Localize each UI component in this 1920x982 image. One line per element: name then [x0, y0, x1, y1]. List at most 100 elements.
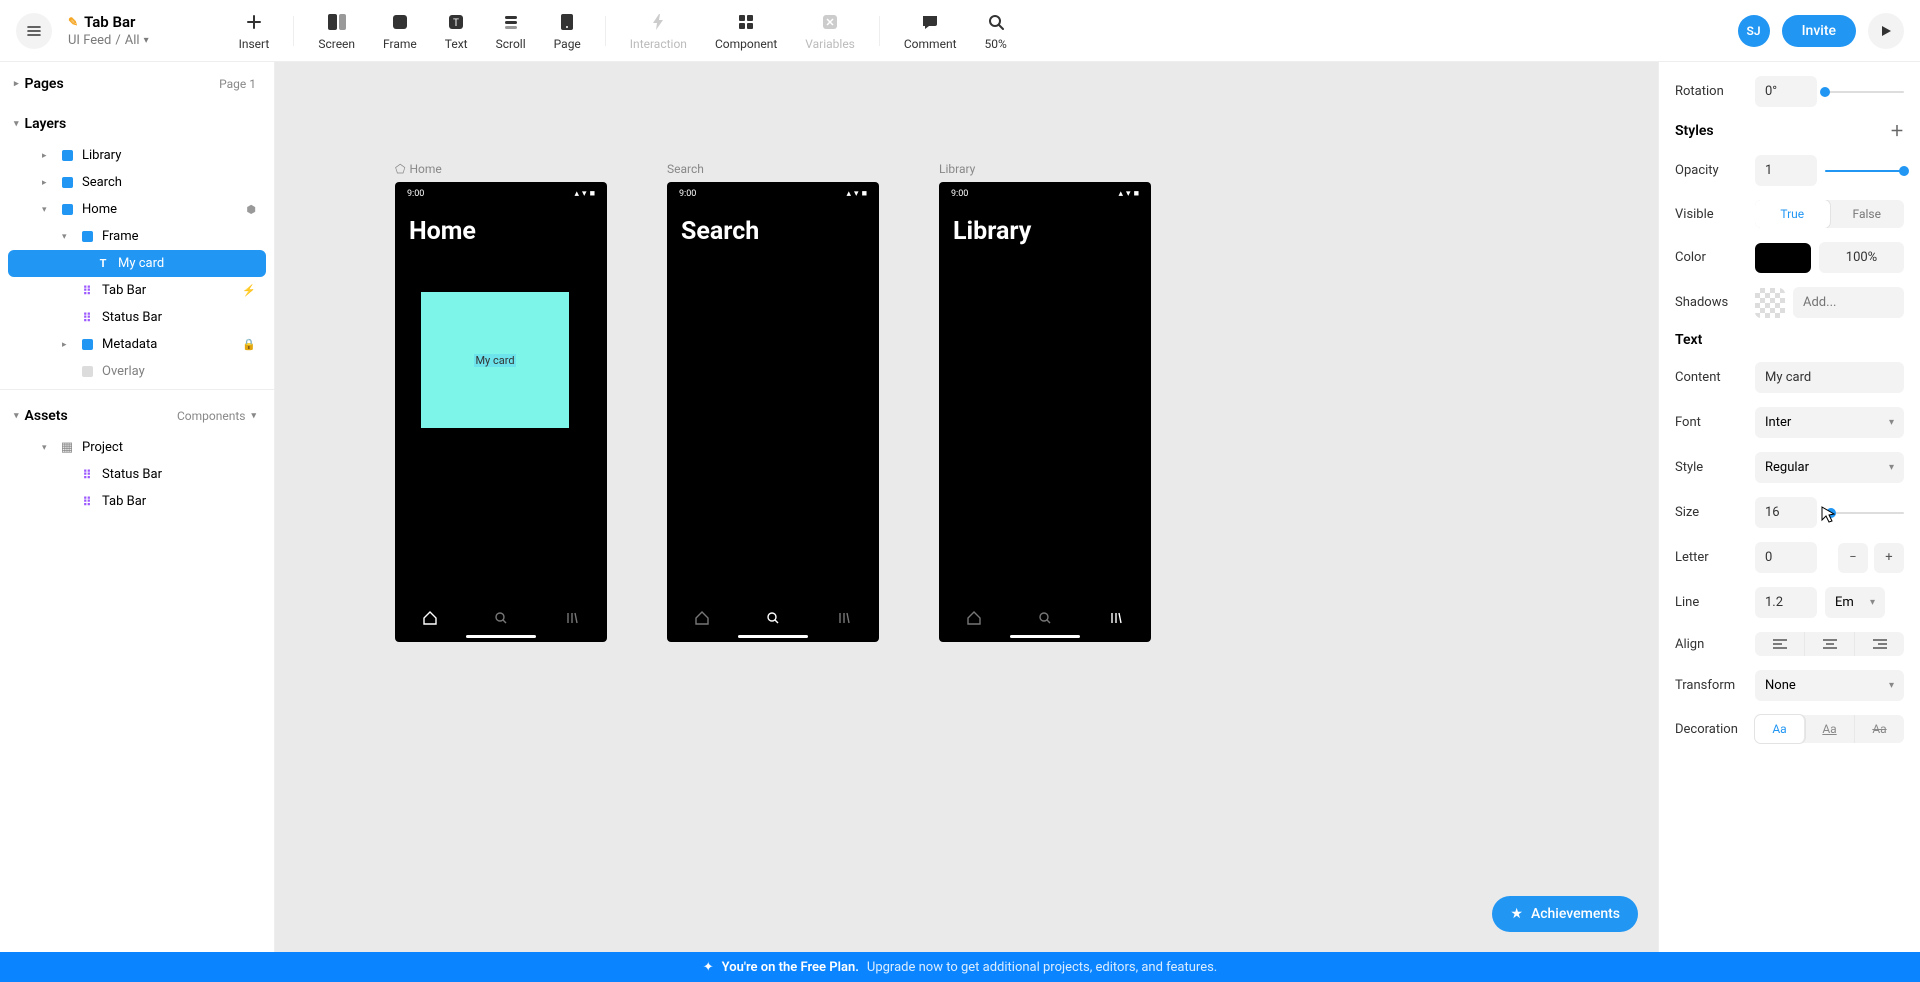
letter-plus[interactable]: +: [1874, 543, 1904, 573]
tab-home[interactable]: [939, 594, 1010, 642]
home-shape-icon: ⬠: [395, 162, 405, 176]
layer-library[interactable]: ▸Library: [8, 142, 266, 169]
letter-minus[interactable]: −: [1838, 543, 1868, 573]
screen-search[interactable]: 9:00▴▾■ Search: [667, 182, 879, 642]
size-input[interactable]: [1755, 497, 1817, 528]
search-icon: [985, 11, 1007, 33]
text-icon: T: [445, 11, 467, 33]
comment-tool[interactable]: Comment: [890, 5, 971, 57]
insert-tool[interactable]: Insert: [225, 5, 284, 57]
style-select[interactable]: Regular▾: [1755, 452, 1904, 483]
breadcrumb[interactable]: UI Feed / All ▾: [68, 33, 149, 48]
transform-select[interactable]: None▾: [1755, 670, 1904, 701]
play-icon: [1879, 24, 1893, 38]
assets-header[interactable]: ▾ Assets Components ▾: [0, 394, 274, 434]
size-slider[interactable]: [1825, 512, 1904, 514]
align-right[interactable]: [1855, 632, 1904, 656]
screen-icon: [326, 11, 348, 33]
page-tool[interactable]: Page: [540, 5, 595, 57]
color-pct-input[interactable]: [1819, 242, 1904, 273]
layers-header[interactable]: ▾ Layers: [0, 102, 274, 142]
menu-button[interactable]: [16, 13, 52, 49]
scroll-icon: [500, 11, 522, 33]
layer-tab-bar[interactable]: ⠿Tab Bar⚡: [8, 277, 266, 304]
shadow-swatch[interactable]: [1755, 288, 1785, 318]
artboard-label-home[interactable]: ⬠Home: [395, 162, 607, 176]
component-icon: [735, 11, 757, 33]
letter-input[interactable]: [1755, 542, 1817, 573]
content-input[interactable]: [1755, 362, 1904, 393]
layer-search[interactable]: ▸Search: [8, 169, 266, 196]
user-avatar[interactable]: SJ: [1738, 15, 1770, 47]
achievements-button[interactable]: ★ Achievements: [1492, 896, 1638, 932]
frame-icon: [389, 11, 411, 33]
chevron-down-icon: ▾: [144, 35, 149, 46]
add-style[interactable]: ＋: [1890, 121, 1904, 141]
status-bar: 9:00 ▴▾■: [395, 182, 607, 201]
shadow-input[interactable]: [1793, 287, 1904, 318]
card[interactable]: My card: [421, 292, 569, 428]
zoom-tool[interactable]: 50%: [971, 5, 1021, 57]
tab-home[interactable]: [395, 594, 466, 642]
color-swatch[interactable]: [1755, 243, 1811, 273]
layer-home[interactable]: ▾Home⬢: [8, 196, 266, 223]
invite-button[interactable]: Invite: [1782, 15, 1856, 47]
opacity-slider[interactable]: [1825, 170, 1904, 172]
tab-library[interactable]: [1080, 594, 1151, 642]
upgrade-banner[interactable]: ✦ You're on the Free Plan. Upgrade now t…: [0, 952, 1920, 982]
asset-status-bar[interactable]: ⠿Status Bar: [8, 461, 266, 488]
asset-project[interactable]: ▾▦Project: [8, 434, 266, 461]
variables-icon: [819, 11, 841, 33]
pages-header[interactable]: ▸ Pages Page 1: [0, 62, 274, 102]
folder-icon: ▦: [60, 441, 74, 455]
screen-library[interactable]: 9:00▴▾■ Library: [939, 182, 1151, 642]
inspector: Rotation Styles＋ Opacity Visible True Fa…: [1658, 62, 1920, 952]
sparkle-icon: ✦: [703, 960, 714, 975]
text-tool[interactable]: T Text: [431, 5, 482, 57]
tab-home[interactable]: [667, 594, 738, 642]
pencil-icon: ✎: [68, 15, 78, 29]
bolt-icon: ⚡: [242, 284, 256, 297]
layer-frame[interactable]: ▾Frame: [8, 223, 266, 250]
deco-strike[interactable]: Aa: [1855, 715, 1904, 743]
align-group: [1755, 632, 1904, 656]
variables-tool[interactable]: Variables: [791, 5, 869, 57]
line-input[interactable]: [1755, 587, 1817, 618]
scroll-tool[interactable]: Scroll: [482, 5, 540, 57]
chevron-down-icon: ▾: [1870, 597, 1875, 608]
layer-metadata[interactable]: ▸Metadata🔒: [8, 331, 266, 358]
rotation-slider[interactable]: [1825, 91, 1904, 93]
text-layer-icon: T: [96, 257, 110, 271]
tab-library[interactable]: [808, 594, 879, 642]
asset-tab-bar[interactable]: ⠿Tab Bar: [8, 488, 266, 515]
layer-status-bar[interactable]: ⠿Status Bar: [8, 304, 266, 331]
interaction-tool[interactable]: Interaction: [616, 5, 701, 57]
layer-my-card[interactable]: TMy card: [8, 250, 266, 277]
home-indicator: [466, 635, 536, 638]
chevron-down-icon: ▾: [1889, 680, 1894, 691]
deco-underline[interactable]: Aa: [1805, 715, 1855, 743]
opacity-input[interactable]: [1755, 155, 1817, 186]
plus-icon: [243, 11, 265, 33]
align-left[interactable]: [1755, 632, 1805, 656]
component-layer-icon: ⠿: [80, 284, 94, 298]
play-button[interactable]: [1868, 13, 1904, 49]
align-center[interactable]: [1805, 632, 1855, 656]
tab-library[interactable]: [536, 594, 607, 642]
frame-tool[interactable]: Frame: [369, 5, 431, 57]
rotation-input[interactable]: [1755, 76, 1817, 107]
component-tool[interactable]: Component: [701, 5, 791, 57]
page-icon: [556, 11, 578, 33]
artboard-label-search[interactable]: Search: [667, 162, 879, 176]
visible-toggle[interactable]: True False: [1755, 200, 1904, 228]
deco-none[interactable]: Aa: [1755, 715, 1805, 743]
bolt-icon: [647, 11, 669, 33]
home-icon: ⬢: [246, 203, 256, 216]
font-select[interactable]: Inter▾: [1755, 407, 1904, 438]
canvas[interactable]: ⬠Home 9:00 ▴▾■ Home My card: [275, 62, 1658, 952]
artboard-label-library[interactable]: Library: [939, 162, 1151, 176]
screen-tool[interactable]: Screen: [304, 5, 369, 57]
line-unit-select[interactable]: Em▾: [1825, 587, 1885, 618]
layer-overlay[interactable]: Overlay: [8, 358, 266, 385]
screen-home[interactable]: 9:00 ▴▾■ Home My card: [395, 182, 607, 642]
